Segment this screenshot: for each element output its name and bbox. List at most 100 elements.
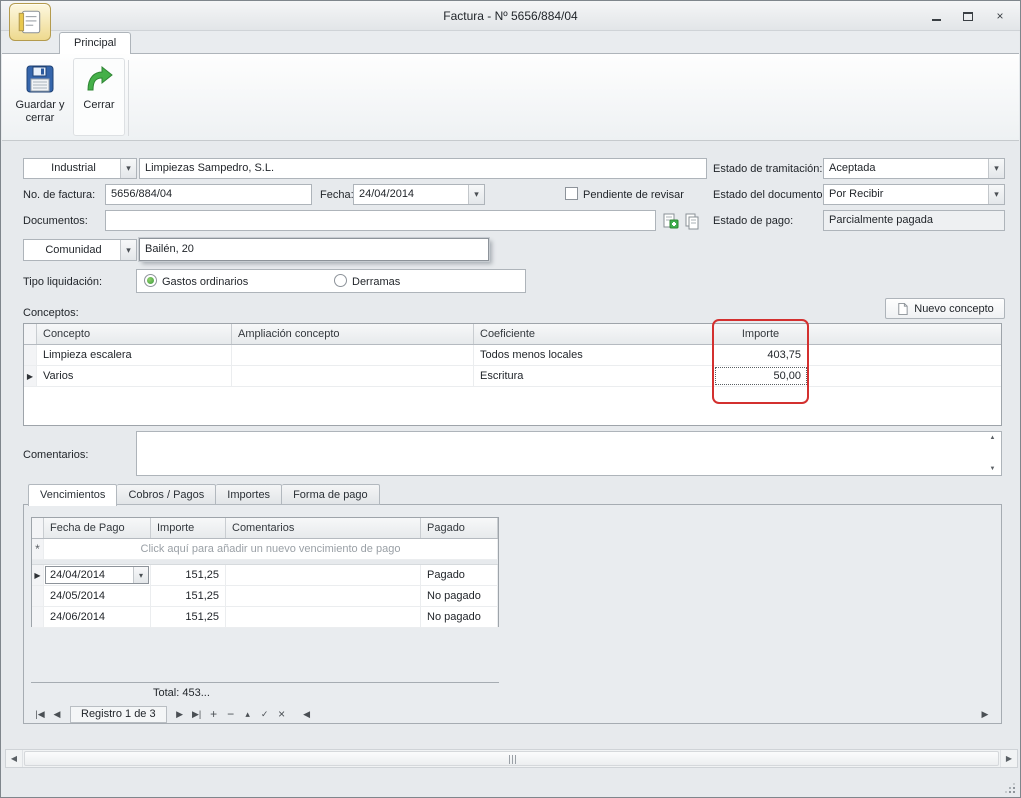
nav-edit-button[interactable]: ▴ (241, 706, 255, 722)
comentarios-textarea[interactable]: ▲ ▼ (136, 431, 1002, 476)
ampliacion-cell[interactable] (232, 366, 474, 386)
grid-hscroll-right-button[interactable]: ▶ (978, 706, 992, 722)
grid-hscroll-left-button[interactable]: ◀ (300, 706, 314, 722)
estado-pago-field: Parcialmente pagada (823, 210, 1005, 231)
tab-cobros-pagos[interactable]: Cobros / Pagos (117, 484, 216, 505)
concepto-row-1[interactable]: Limpieza escalera Todos menos locales 40… (24, 345, 1001, 366)
col-header-comentarios[interactable]: Comentarios (226, 518, 421, 538)
pagado-cell[interactable]: No pagado (421, 607, 498, 627)
col-header-coeficiente[interactable]: Coeficiente (474, 324, 714, 344)
ampliacion-cell[interactable] (232, 345, 474, 365)
invoice-app-icon (16, 8, 44, 36)
scroll-left-button[interactable]: ◀ (6, 750, 23, 767)
app-menu-button[interactable] (9, 3, 51, 41)
guardar-y-cerrar-button[interactable]: Guardar y cerrar (14, 58, 66, 136)
col-header-fecha-pago[interactable]: Fecha de Pago (44, 518, 151, 538)
copy-document-button[interactable] (681, 210, 702, 231)
dropdown-arrow-icon[interactable]: ▾ (120, 159, 136, 178)
estado-tramitacion-combo[interactable]: Aceptada ▾ (823, 158, 1005, 179)
nav-post-button[interactable]: ✓ (258, 706, 272, 722)
fecha-pago-cell[interactable]: 24/05/2014 (44, 586, 151, 606)
horizontal-scrollbar[interactable]: ◀ ▶ (5, 749, 1018, 768)
cerrar-button[interactable]: Cerrar (73, 58, 125, 136)
vencimiento-row-3[interactable]: 24/06/2014 151,25 No pagado (32, 607, 498, 628)
scroll-up-button[interactable]: ▲ (985, 433, 1000, 443)
col-header-importe[interactable]: Importe (714, 324, 808, 344)
tab-vencimientos[interactable]: Vencimientos (28, 484, 117, 506)
dropdown-arrow-icon[interactable]: ▾ (988, 159, 1004, 178)
provider-name-field[interactable]: Limpiezas Sampedro, S.L. (139, 158, 707, 179)
titlebar[interactable]: Factura - Nº 5656/884/04 × (1, 1, 1020, 31)
nuevo-concepto-button[interactable]: Nuevo concepto (885, 298, 1005, 319)
nav-cancel-button[interactable]: × (275, 706, 289, 722)
coeficiente-cell[interactable]: Escritura (474, 366, 714, 386)
nav-prev-button[interactable]: ◀ (50, 706, 64, 722)
fecha-combo[interactable]: 24/04/2014 ▾ (353, 184, 485, 205)
importe-cell[interactable]: 151,25 (151, 586, 226, 606)
new-row-hint[interactable]: Click aquí para añadir un nuevo vencimie… (44, 539, 498, 559)
date-dropdown-icon[interactable]: ▾ (133, 567, 148, 583)
nav-delete-button[interactable]: − (224, 706, 238, 722)
col-header-concepto[interactable]: Concepto (37, 324, 232, 344)
importe-cell-focused[interactable]: 50,00 (714, 366, 808, 386)
scroll-right-button[interactable]: ▶ (1000, 750, 1017, 767)
minimize-button[interactable] (926, 8, 946, 24)
nav-next-button[interactable]: ▶ (173, 706, 187, 722)
scrollbar-thumb[interactable] (24, 751, 999, 766)
comunidad-type-combo[interactable]: Comunidad ▾ (23, 239, 137, 261)
close-button[interactable]: × (990, 8, 1010, 24)
vencimientos-grid-header: Fecha de Pago Importe Comentarios Pagado (32, 518, 498, 539)
ribbon-tabstrip (2, 31, 1019, 53)
comentarios-cell[interactable] (226, 565, 421, 585)
new-row-icon: * (35, 542, 40, 556)
pendiente-revisar-checkbox[interactable] (565, 187, 578, 200)
copy-icon (683, 212, 701, 230)
vencimiento-row-2[interactable]: 24/05/2014 151,25 No pagado (32, 586, 498, 607)
tab-principal[interactable]: Principal (59, 32, 131, 54)
comentarios-cell[interactable] (226, 586, 421, 606)
tab-importes[interactable]: Importes (216, 484, 282, 505)
comunidad-field[interactable]: Bailén, 20 (139, 238, 489, 261)
nav-last-button[interactable]: ▶| (190, 706, 204, 722)
col-header-importe[interactable]: Importe (151, 518, 226, 538)
fecha-pago-editor[interactable]: 24/04/2014 ▾ (45, 566, 149, 584)
importe-cell[interactable]: 151,25 (151, 565, 226, 585)
concepto-cell[interactable]: Varios (37, 366, 232, 386)
col-header-ampliacion[interactable]: Ampliación concepto (232, 324, 474, 344)
comentarios-cell[interactable] (226, 607, 421, 627)
resize-grip[interactable] (1003, 781, 1015, 793)
estado-documento-combo[interactable]: Por Recibir ▾ (823, 184, 1005, 205)
dropdown-arrow-icon[interactable]: ▾ (468, 185, 484, 204)
derramas-label[interactable]: Derramas (352, 275, 400, 289)
concepto-cell[interactable]: Limpieza escalera (37, 345, 232, 365)
dropdown-arrow-icon[interactable]: ▾ (988, 185, 1004, 204)
tab-forma-de-pago[interactable]: Forma de pago (282, 484, 380, 505)
col-header-pagado[interactable]: Pagado (421, 518, 498, 538)
add-document-button[interactable] (659, 210, 680, 231)
gastos-ordinarios-label[interactable]: Gastos ordinarios (162, 275, 248, 289)
maximize-button[interactable] (958, 8, 978, 24)
importe-cell[interactable]: 151,25 (151, 607, 226, 627)
nav-append-button[interactable]: + (207, 706, 221, 722)
pagado-cell[interactable]: No pagado (421, 586, 498, 606)
radio-gastos-ordinarios[interactable] (144, 274, 157, 287)
conceptos-grid-header: Concepto Ampliación concepto Coeficiente… (24, 324, 1001, 345)
coeficiente-cell[interactable]: Todos menos locales (474, 345, 714, 365)
current-row-indicator: ▶ (24, 366, 37, 386)
documentos-field[interactable] (105, 210, 656, 231)
pagado-cell[interactable]: Pagado (421, 565, 498, 585)
radio-derramas[interactable] (334, 274, 347, 287)
nav-first-button[interactable]: |◀ (33, 706, 47, 722)
vencimiento-row-1[interactable]: ▶ 24/04/2014 ▾ 151,25 Pagado (32, 565, 498, 586)
minimize-icon (932, 19, 941, 21)
record-indicator: Registro 1 de 3 (70, 706, 167, 723)
new-vencimiento-row[interactable]: * Click aquí para añadir un nuevo vencim… (32, 539, 498, 560)
scroll-down-button[interactable]: ▼ (985, 464, 1000, 474)
importe-cell[interactable]: 403,75 (714, 345, 808, 365)
no-factura-field[interactable]: 5656/884/04 (105, 184, 312, 205)
provider-type-value: Industrial (29, 159, 118, 178)
concepto-row-2[interactable]: ▶ Varios Escritura 50,00 (24, 366, 1001, 387)
fecha-pago-cell[interactable]: 24/06/2014 (44, 607, 151, 627)
provider-type-combo[interactable]: Industrial ▾ (23, 158, 137, 179)
dropdown-arrow-icon[interactable]: ▾ (120, 240, 136, 260)
